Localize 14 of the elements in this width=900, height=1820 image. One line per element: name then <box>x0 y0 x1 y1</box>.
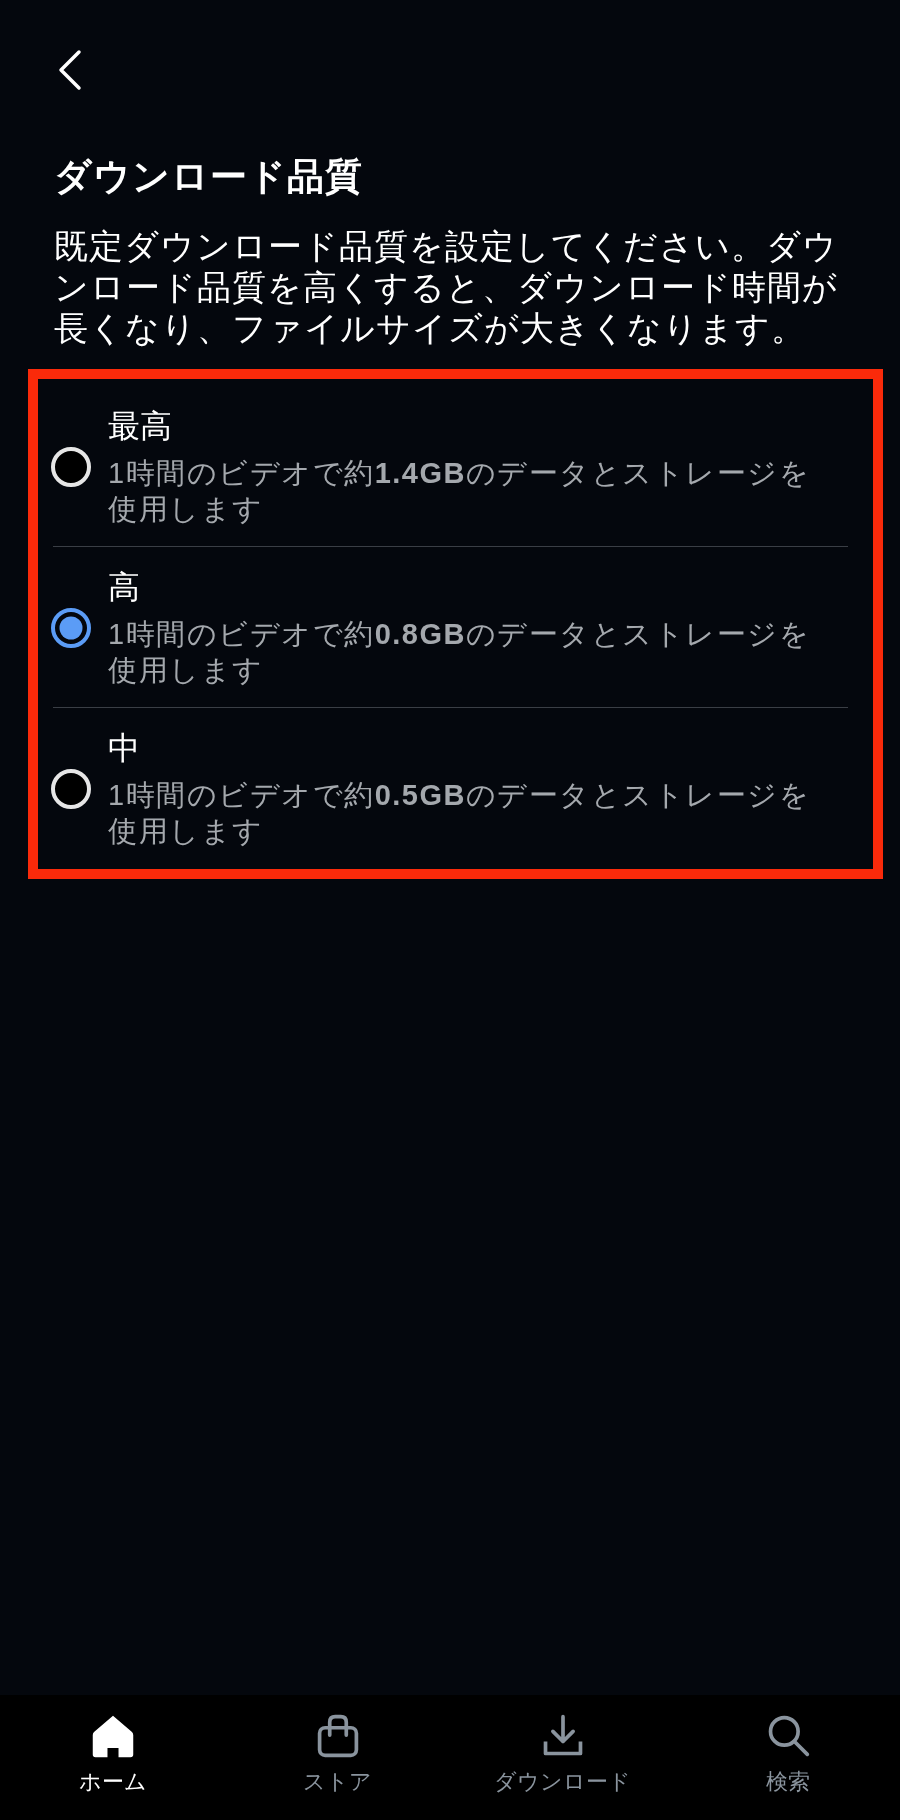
option-label: 中 <box>108 729 140 768</box>
option-label: 最高 <box>108 407 172 446</box>
option-description: 1時間のビデオで約1.4GBのデータとストレージを使用します <box>108 456 812 527</box>
option-label: 高 <box>108 568 140 607</box>
tab-bar-item[interactable]: ホーム <box>0 1695 225 1820</box>
back-icon <box>57 49 83 91</box>
tab-bar-item[interactable]: ストア <box>225 1695 450 1820</box>
radio-button[interactable] <box>51 607 91 648</box>
tab-bar-item[interactable]: 検索 <box>675 1695 900 1820</box>
tab-bar-item[interactable]: ダウンロード <box>450 1695 675 1820</box>
page-title: ダウンロード品質 <box>54 155 363 199</box>
description-text: 既定ダウンロード品質を設定してください。ダウンロード品質を高くすると、ダウンロード時間が長くなり、ファイルサイズが大きくなります。 <box>54 226 839 349</box>
option-description: 1時間のビデオで約0.8GBのデータとストレージを使用します <box>108 617 812 688</box>
option-description: 1時間のビデオで約0.5GBのデータとストレージを使用します <box>108 778 812 849</box>
